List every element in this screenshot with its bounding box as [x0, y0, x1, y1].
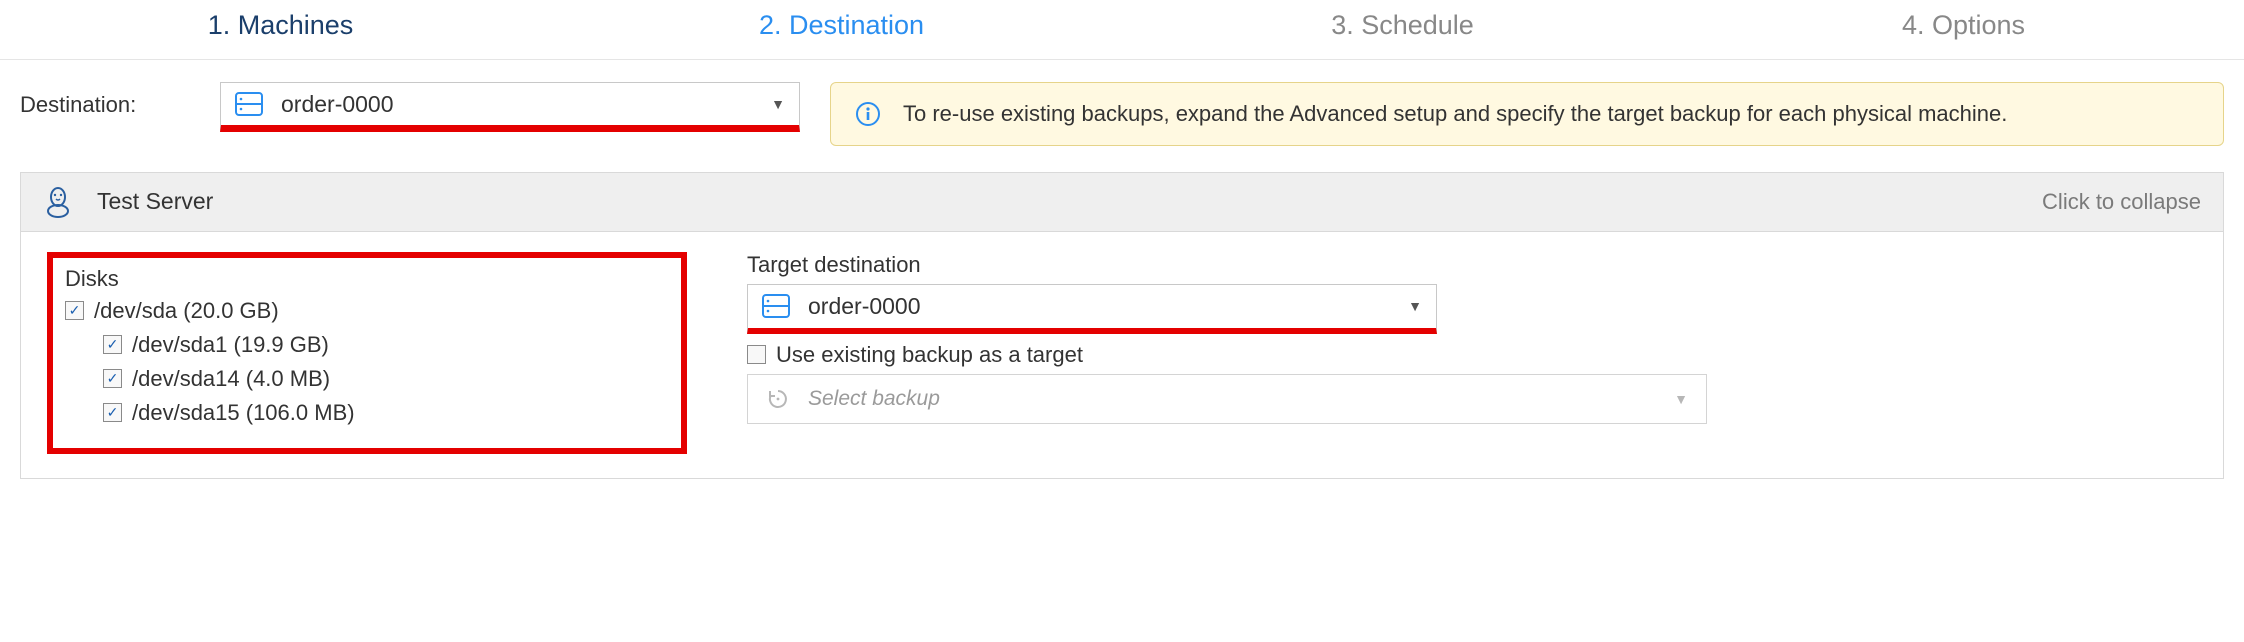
disk-root-label: /dev/sda (20.0 GB) [94, 298, 279, 324]
disk-partition-row: ✓ /dev/sda1 (19.9 GB) [65, 328, 669, 362]
linux-icon [43, 185, 73, 219]
checkbox-partition-2[interactable]: ✓ [103, 369, 122, 388]
checkbox-partition-3[interactable]: ✓ [103, 403, 122, 422]
step-options[interactable]: 4. Options [1683, 10, 2244, 41]
partition-3-label: /dev/sda15 (106.0 MB) [132, 400, 355, 426]
disk-root-row: ✓ /dev/sda (20.0 GB) [65, 294, 669, 328]
disks-title: Disks [65, 266, 669, 292]
info-icon [855, 99, 881, 127]
info-text: To re-use existing backups, expand the A… [903, 99, 2007, 129]
disk-partition-row: ✓ /dev/sda15 (106.0 MB) [65, 396, 669, 430]
destination-value: order-0000 [281, 91, 394, 118]
wizard-steps: 1. Machines 2. Destination 3. Schedule 4… [0, 0, 2244, 60]
use-existing-label: Use existing backup as a target [776, 342, 1083, 368]
step-machines[interactable]: 1. Machines [0, 10, 561, 41]
checkbox-use-existing[interactable]: ✓ [747, 345, 766, 364]
destination-label: Destination: [20, 82, 190, 118]
server-name: Test Server [97, 188, 213, 215]
disk-icon [235, 92, 263, 116]
disk-icon [762, 294, 790, 318]
select-backup-placeholder: Select backup [808, 387, 940, 411]
target-destination-select[interactable]: order-0000 ▼ [747, 284, 1437, 334]
undo-icon [766, 387, 790, 411]
destination-row: Destination: order-0000 ▼ To re-use exis… [0, 60, 2244, 168]
checkbox-partition-1[interactable]: ✓ [103, 335, 122, 354]
use-existing-row: ✓ Use existing backup as a target [747, 342, 2197, 368]
server-panel: Test Server Click to collapse Disks ✓ /d… [20, 172, 2224, 479]
chevron-down-icon: ▼ [1408, 298, 1422, 314]
disks-section: Disks ✓ /dev/sda (20.0 GB) ✓ /dev/sda1 (… [47, 252, 687, 454]
destination-select[interactable]: order-0000 ▼ [220, 82, 800, 132]
chevron-down-icon: ▼ [771, 96, 785, 112]
target-section: Target destination order-0000 ▼ ✓ Use ex… [717, 252, 2197, 454]
collapse-toggle[interactable]: Click to collapse [2042, 189, 2201, 215]
chevron-down-icon: ▼ [1674, 391, 1688, 407]
server-panel-header[interactable]: Test Server Click to collapse [21, 173, 2223, 232]
step-schedule[interactable]: 3. Schedule [1122, 10, 1683, 41]
target-destination-value: order-0000 [808, 293, 921, 320]
checkbox-disk-root[interactable]: ✓ [65, 301, 84, 320]
step-destination[interactable]: 2. Destination [561, 10, 1122, 41]
partition-1-label: /dev/sda1 (19.9 GB) [132, 332, 329, 358]
server-panel-body: Disks ✓ /dev/sda (20.0 GB) ✓ /dev/sda1 (… [21, 232, 2223, 478]
select-backup-dropdown: Select backup ▼ [747, 374, 1707, 424]
target-title: Target destination [747, 252, 2197, 278]
info-banner: To re-use existing backups, expand the A… [830, 82, 2224, 146]
partition-2-label: /dev/sda14 (4.0 MB) [132, 366, 330, 392]
disk-partition-row: ✓ /dev/sda14 (4.0 MB) [65, 362, 669, 396]
